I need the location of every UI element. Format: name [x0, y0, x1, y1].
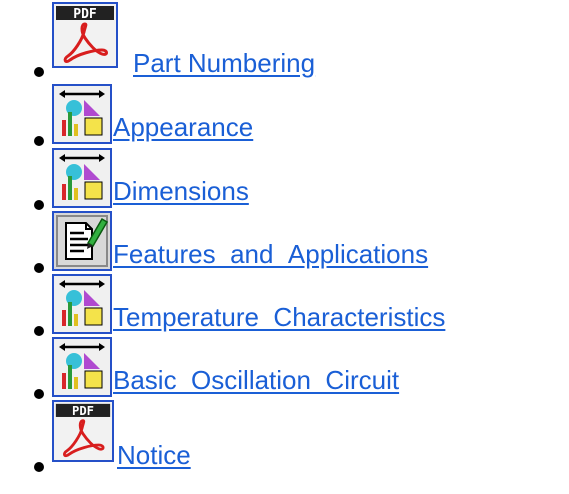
bullet	[34, 200, 44, 210]
bullet	[34, 389, 44, 399]
link-label: Temperature_Characteristics	[113, 302, 446, 332]
list-item-basic-oscillation-circuit: Basic_Oscillation_Circuit	[0, 337, 569, 399]
bullet	[34, 326, 44, 336]
pdf-icon: PDF	[52, 400, 114, 462]
list-item-notice: PDF Notice	[0, 400, 569, 472]
link-label: Basic_Oscillation_Circuit	[113, 365, 400, 395]
list-item-temperature-characteristics: Temperature_Characteristics	[0, 274, 569, 336]
basic-oscillation-circuit-link[interactable]: Basic_Oscillation_Circuit	[52, 337, 492, 397]
list-item-part-numbering: PDF Part Numbering	[0, 0, 569, 78]
list-item-appearance: Appearance	[0, 84, 569, 146]
chart-image-icon	[52, 337, 112, 397]
svg-text:PDF: PDF	[73, 7, 97, 22]
link-label: Appearance	[113, 112, 254, 142]
document-edit-icon	[52, 211, 112, 271]
chart-image-icon	[52, 148, 112, 208]
bullet	[34, 263, 44, 273]
list-item-dimensions: Dimensions	[0, 148, 569, 210]
bullet	[34, 136, 44, 146]
notice-link[interactable]: PDF Notice	[52, 400, 252, 480]
bullet	[34, 462, 44, 472]
bullet	[34, 67, 44, 77]
link-label: Dimensions	[113, 176, 249, 206]
svg-text:PDF: PDF	[72, 404, 94, 418]
link-label: Part Numbering	[133, 48, 316, 78]
chart-image-icon	[52, 84, 112, 144]
appearance-link[interactable]: Appearance	[52, 84, 312, 144]
temperature-characteristics-link[interactable]: Temperature_Characteristics	[52, 274, 552, 334]
chart-image-icon	[52, 274, 112, 334]
pdf-icon: PDF	[52, 2, 118, 68]
list-item-features-and-applications: Features_and_Applications	[0, 211, 569, 273]
link-label: Features_and_Applications	[113, 239, 429, 269]
part-numbering-link[interactable]: PDF Part Numbering	[52, 0, 372, 84]
dimensions-link[interactable]: Dimensions	[52, 148, 312, 208]
link-label: Notice	[117, 440, 191, 470]
features-and-applications-link[interactable]: Features_and_Applications	[52, 211, 512, 271]
